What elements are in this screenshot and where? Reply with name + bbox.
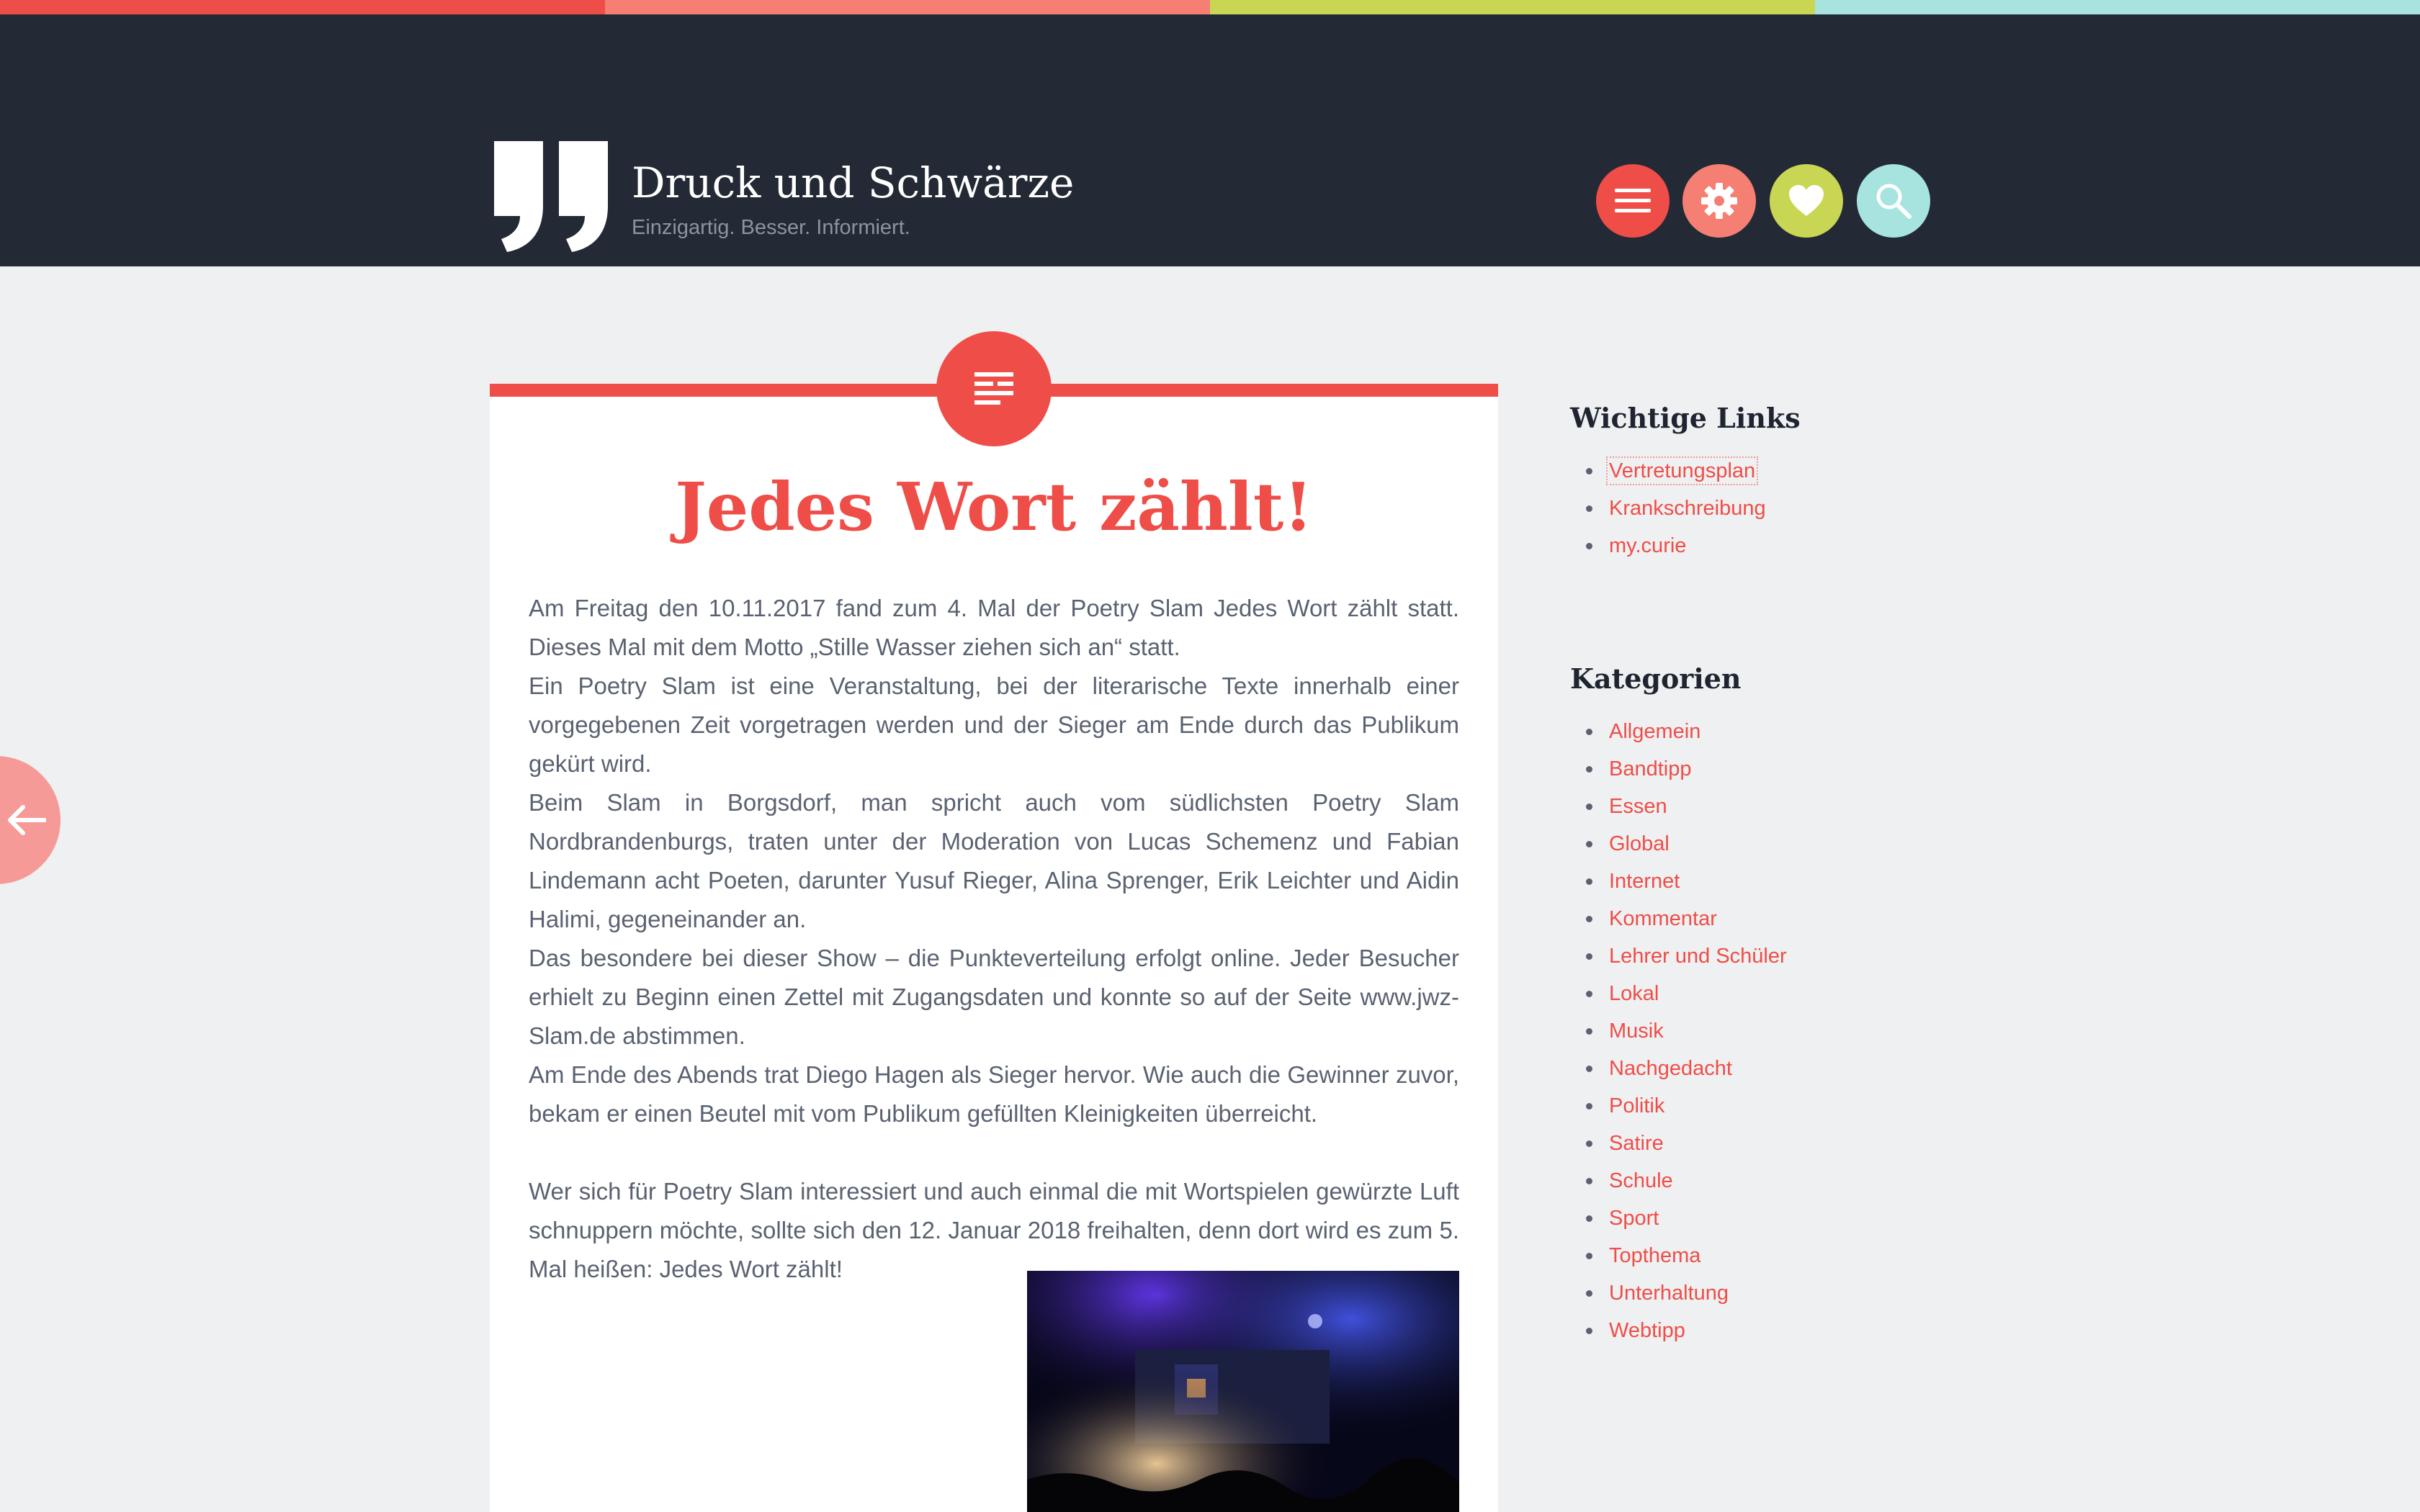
arrow-left-icon — [8, 805, 46, 835]
category-link[interactable]: Satire — [1609, 1132, 1664, 1155]
menu-icon — [1615, 189, 1651, 212]
category-link[interactable]: Sport — [1609, 1207, 1659, 1230]
category-link[interactable]: Topthema — [1609, 1244, 1700, 1267]
post-paragraph: Beim Slam in Borgsdorf, man spricht auch… — [529, 789, 1459, 932]
post-paragraph: Am Freitag den 10.11.2017 fand zum 4. Ma… — [529, 595, 1459, 660]
category-link[interactable]: Bandtipp — [1609, 757, 1692, 780]
post-title[interactable]: Jedes Wort zählt! — [490, 468, 1498, 546]
list-item: Webtipp — [1570, 1312, 1787, 1349]
widget-title-categories: Kategorien — [1570, 662, 1742, 695]
widget-title-links: Wichtige Links — [1570, 402, 1801, 434]
top-color-stripe — [0, 0, 2420, 14]
list-item: my.curie — [1570, 527, 1766, 564]
list-item: Krankschreibung — [1570, 490, 1766, 527]
category-link[interactable]: Lokal — [1609, 982, 1659, 1005]
settings-button[interactable] — [1682, 164, 1756, 238]
post-photo[interactable] — [1027, 1271, 1459, 1512]
category-link[interactable]: Lehrer und Schüler — [1609, 945, 1787, 968]
search-icon — [1876, 184, 1912, 219]
link-my-curie[interactable]: my.curie — [1609, 534, 1686, 557]
quote-mark-logo[interactable] — [490, 137, 612, 253]
categories-list: Allgemein Bandtipp Essen Global Internet… — [1570, 713, 1787, 1349]
list-item: Vertretungsplan — [1570, 452, 1766, 490]
previous-post-button[interactable] — [0, 756, 60, 884]
list-item: Internet — [1570, 863, 1787, 900]
list-item: Allgemein — [1570, 713, 1787, 750]
menu-button[interactable] — [1596, 164, 1670, 238]
favorites-button[interactable] — [1770, 164, 1843, 238]
list-item: Lokal — [1570, 975, 1787, 1012]
post-format-badge[interactable] — [936, 331, 1052, 446]
list-item: Essen — [1570, 788, 1787, 825]
category-link[interactable]: Schule — [1609, 1169, 1673, 1192]
list-item: Topthema — [1570, 1237, 1787, 1274]
list-item: Musik — [1570, 1012, 1787, 1050]
text-lines-icon — [974, 372, 1013, 405]
category-link[interactable]: Musik — [1609, 1020, 1664, 1043]
stripe-lime — [1210, 0, 1815, 14]
category-link[interactable]: Global — [1609, 832, 1670, 855]
list-item: Lehrer und Schüler — [1570, 937, 1787, 975]
post-paragraph: Ein Poetry Slam ist eine Veranstaltung, … — [529, 672, 1459, 777]
category-link[interactable]: Allgemein — [1609, 720, 1700, 743]
stripe-aqua — [1815, 0, 2420, 14]
link-vertretungsplan[interactable]: Vertretungsplan — [1605, 456, 1759, 485]
site-tagline: Einzigartig. Besser. Informiert. — [632, 216, 910, 239]
post-content: Am Freitag den 10.11.2017 fand zum 4. Ma… — [529, 589, 1459, 1289]
stage-photo — [1027, 1271, 1459, 1512]
site-title[interactable]: Druck und Schwärze — [632, 158, 1074, 207]
list-item: Satire — [1570, 1125, 1787, 1162]
category-link[interactable]: Webtipp — [1609, 1319, 1685, 1342]
link-krankschreibung[interactable]: Krankschreibung — [1609, 497, 1766, 520]
category-link[interactable]: Unterhaltung — [1609, 1282, 1729, 1305]
category-link[interactable]: Nachgedacht — [1609, 1057, 1732, 1080]
list-item: Global — [1570, 825, 1787, 863]
site-header: Druck und Schwärze Einzigartig. Besser. … — [0, 14, 2420, 266]
gear-icon — [1701, 183, 1737, 219]
list-item: Nachgedacht — [1570, 1050, 1787, 1087]
category-link[interactable]: Kommentar — [1609, 907, 1717, 930]
stripe-salmon — [605, 0, 1210, 14]
list-item: Bandtipp — [1570, 750, 1787, 788]
list-item: Unterhaltung — [1570, 1274, 1787, 1312]
category-link[interactable]: Politik — [1609, 1094, 1664, 1117]
post-paragraph: Am Ende des Abends trat Diego Hagen als … — [529, 1061, 1459, 1127]
list-item: Schule — [1570, 1162, 1787, 1200]
list-item: Politik — [1570, 1087, 1787, 1125]
category-link[interactable]: Internet — [1609, 870, 1680, 893]
heart-icon — [1789, 185, 1824, 216]
links-list: Vertretungsplan Krankschreibung my.curie — [1570, 452, 1766, 564]
search-button[interactable] — [1857, 164, 1930, 238]
category-link[interactable]: Essen — [1609, 795, 1667, 818]
stripe-red — [0, 0, 605, 14]
list-item: Sport — [1570, 1200, 1787, 1237]
list-item: Kommentar — [1570, 900, 1787, 937]
post-paragraph: Das besondere bei dieser Show – die Punk… — [529, 945, 1459, 1049]
